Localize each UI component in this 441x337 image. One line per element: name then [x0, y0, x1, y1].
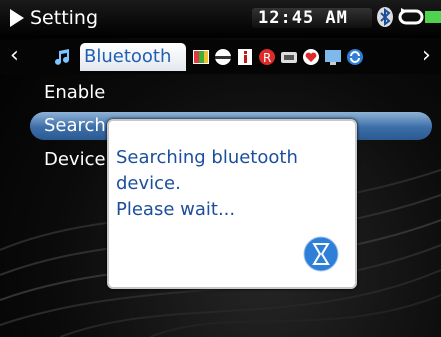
hourglass-icon	[303, 236, 339, 272]
dialog-line-1: Searching bluetooth	[116, 147, 298, 168]
display-icon[interactable]	[324, 48, 342, 66]
dialog-line-3: Please wait...	[116, 199, 236, 220]
disc-icon[interactable]	[214, 48, 232, 66]
color-palette-icon[interactable]	[192, 48, 210, 66]
menu-item-enable[interactable]: Enable	[44, 80, 105, 106]
device-screen: Setting 12:45 AM ‹ Bluetooth R › Enable …	[0, 0, 441, 337]
heart-icon[interactable]	[302, 48, 320, 66]
music-note-icon[interactable]	[54, 48, 72, 66]
repeat-icon	[398, 8, 424, 25]
page-title: Setting	[30, 7, 99, 29]
dialog-line-2: device.	[116, 173, 181, 194]
play-icon	[10, 9, 24, 27]
tab-bluetooth-label: Bluetooth	[84, 46, 172, 67]
svg-text:R: R	[263, 51, 271, 65]
tab-left-arrow-icon[interactable]: ‹	[10, 45, 19, 67]
tab-right-arrow-icon[interactable]: ›	[422, 45, 431, 67]
info-icon[interactable]	[236, 48, 254, 66]
record-icon[interactable]: R	[258, 48, 276, 66]
battery-icon	[425, 11, 441, 23]
bluetooth-icon	[377, 7, 393, 27]
video-icon[interactable]	[280, 48, 298, 66]
menu-item-search[interactable]: Search	[44, 113, 106, 139]
clock: 12:45 AM	[258, 8, 348, 28]
sync-icon[interactable]	[346, 48, 364, 66]
menu-item-device[interactable]: Device	[44, 147, 106, 173]
